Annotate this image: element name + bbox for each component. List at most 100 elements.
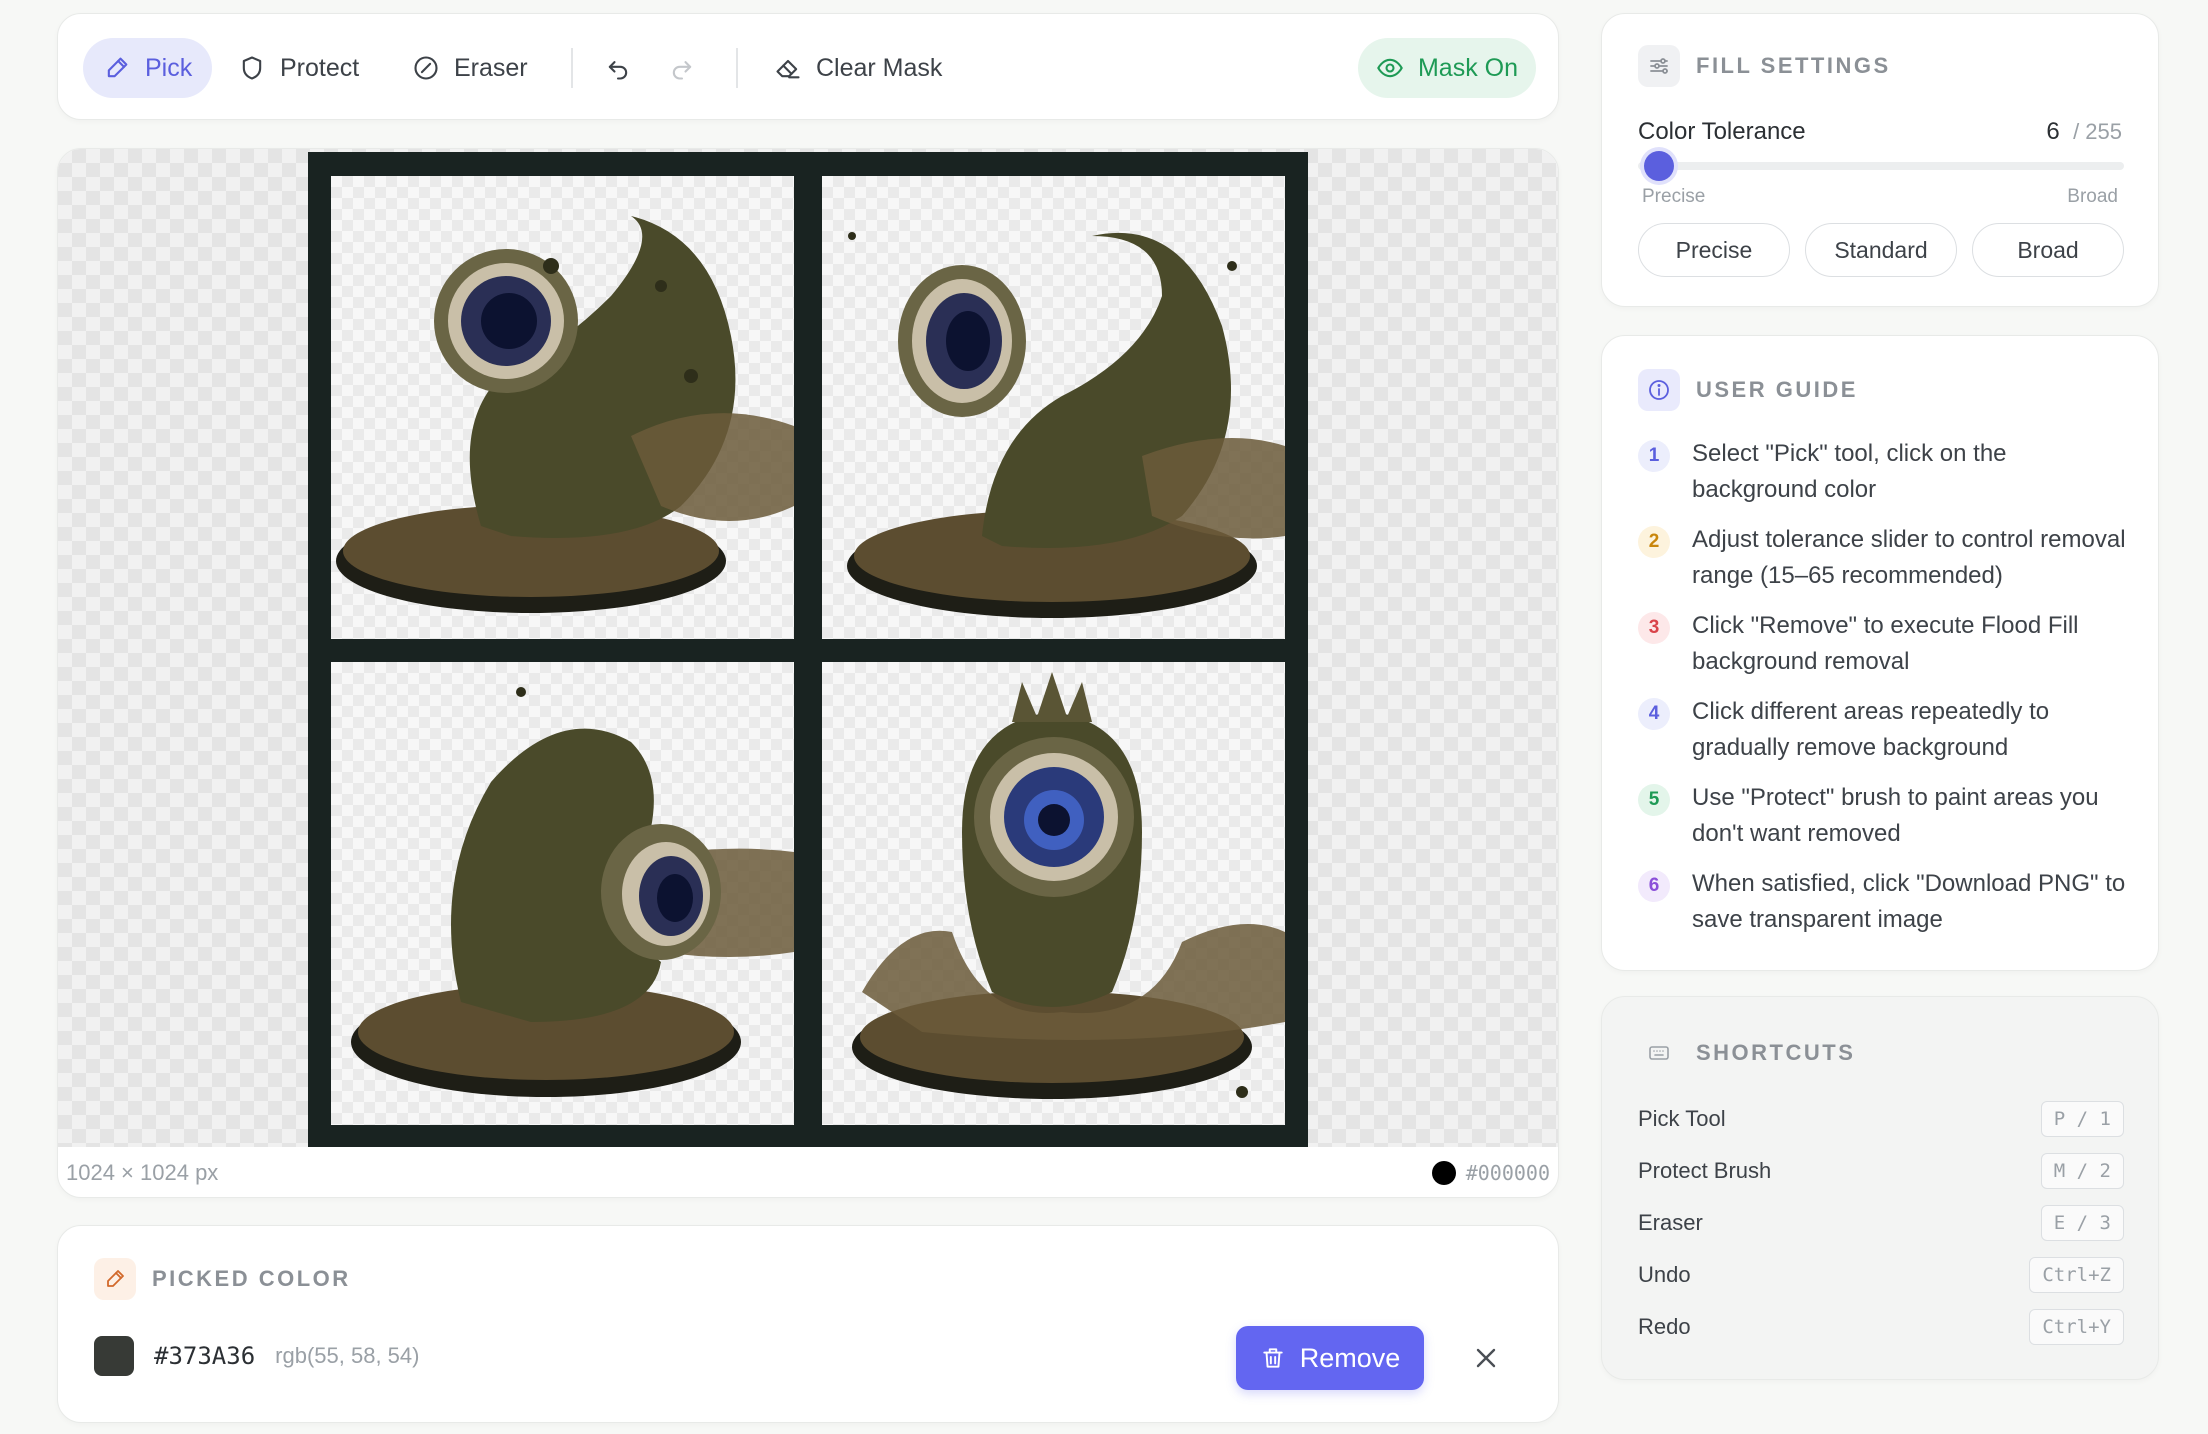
shortcut-row: Undo Ctrl+Z	[1638, 1255, 2124, 1295]
sprite-frame	[331, 662, 794, 1125]
background-color-indicator: #000000	[1431, 1161, 1550, 1185]
sprite-frame	[331, 176, 794, 639]
preset-precise-button[interactable]: Precise	[1638, 223, 1790, 277]
tolerance-slider-track[interactable]	[1638, 162, 2124, 170]
tolerance-label: Color Tolerance	[1638, 118, 1806, 145]
redo-icon	[672, 61, 692, 80]
sandworm-illustration	[852, 672, 1285, 1099]
step-text: Use "Protect" brush to paint areas you d…	[1692, 784, 2099, 847]
toolbar: Pick Protect Eraser Clear Mask Mask On	[57, 13, 1559, 120]
guide-step: 3 Click "Remove" to execute Flood Fill b…	[1638, 608, 2132, 680]
tolerance-max: / 255	[2073, 119, 2122, 144]
mask-toggle-button[interactable]: Mask On	[1357, 38, 1536, 98]
step-number: 6	[1638, 870, 1670, 902]
shortcuts-title: SHORTCUTS	[1696, 1040, 1856, 1065]
shortcut-label: Eraser	[1638, 1210, 1703, 1235]
keyboard-icon	[1638, 1032, 1680, 1074]
guide-step: 6 When satisfied, click "Download PNG" t…	[1638, 866, 2132, 938]
sandworm-illustration	[847, 232, 1285, 618]
toolbar-divider	[571, 48, 573, 88]
picked-color-hex: #373A36	[154, 1342, 256, 1370]
step-number: 1	[1638, 440, 1670, 472]
sprite-frame	[822, 176, 1285, 639]
step-number: 3	[1638, 612, 1670, 644]
guide-step: 1 Select "Pick" tool, click on the backg…	[1638, 436, 2132, 508]
picked-color-header: PICKED COLOR	[94, 1258, 351, 1300]
tolerance-value-display: 6 / 255	[2046, 118, 2122, 146]
shield-icon	[242, 56, 262, 80]
sandworm-illustration	[351, 687, 794, 1097]
shortcuts-header: SHORTCUTS	[1638, 1032, 1855, 1074]
shortcut-row: Pick Tool P / 1	[1638, 1099, 2124, 1139]
sprite-sheet-image[interactable]	[308, 152, 1308, 1147]
shortcut-label: Protect Brush	[1638, 1158, 1772, 1183]
tolerance-value: 6	[2046, 118, 2060, 145]
clear-mask-button[interactable]: Clear Mask	[754, 38, 962, 98]
eraser-icon	[414, 56, 438, 80]
pick-tool-button[interactable]: Pick	[83, 38, 213, 98]
undo-button[interactable]	[588, 38, 648, 98]
shortcut-row: Eraser E / 3	[1638, 1203, 2124, 1243]
pick-tool-label: Pick	[145, 53, 193, 82]
preset-broad-button[interactable]: Broad	[1972, 223, 2124, 277]
image-dimensions: 1024 × 1024 px	[66, 1160, 219, 1185]
shortcut-key: Ctrl+Y	[2029, 1309, 2124, 1345]
trash-icon	[1263, 1348, 1283, 1368]
sliders-icon	[1638, 45, 1680, 87]
shortcut-key: P / 1	[2040, 1101, 2124, 1137]
picked-color-rgb: rgb(55, 58, 54)	[275, 1343, 420, 1368]
shortcut-key: E / 3	[2040, 1205, 2124, 1241]
picked-color-row: #373A36 rgb(55, 58, 54)	[94, 1336, 419, 1376]
canvas-status-bar: 1024 × 1024 px #000000	[58, 1147, 1558, 1197]
sandworm-illustration	[336, 216, 794, 613]
guide-step: 5 Use "Protect" brush to paint areas you…	[1638, 780, 2132, 852]
guide-step: 2 Adjust tolerance slider to control rem…	[1638, 522, 2132, 594]
eraser-block-icon	[776, 59, 800, 79]
undo-icon	[608, 61, 628, 80]
shortcut-key: M / 2	[2040, 1153, 2124, 1189]
background-color-dot	[1431, 1161, 1456, 1185]
mask-toggle-label: Mask On	[1417, 53, 1518, 82]
step-number: 5	[1638, 784, 1670, 816]
protect-tool-button[interactable]: Protect	[218, 38, 379, 98]
fill-settings-title: FILL SETTINGS	[1696, 53, 1891, 78]
sprite-frame	[822, 662, 1285, 1125]
remove-label: Remove	[1299, 1342, 1401, 1373]
eraser-tool-label: Eraser	[454, 53, 528, 82]
remove-button[interactable]: Remove	[1236, 1326, 1424, 1390]
picked-color-panel: PICKED COLOR #373A36 rgb(55, 58, 54) Rem…	[57, 1225, 1559, 1423]
shortcut-label: Undo	[1638, 1262, 1691, 1287]
step-number: 2	[1638, 526, 1670, 558]
user-guide-panel: USER GUIDE 1 Select "Pick" tool, click o…	[1601, 335, 2159, 971]
picked-color-swatch	[94, 1336, 134, 1376]
user-guide-title: USER GUIDE	[1696, 377, 1858, 402]
eraser-tool-button[interactable]: Eraser	[392, 38, 548, 98]
step-text: Click different areas repeatedly to grad…	[1692, 698, 2050, 761]
shortcut-key: Ctrl+Z	[2029, 1257, 2124, 1293]
clear-mask-label: Clear Mask	[816, 53, 943, 82]
step-text: Select "Pick" tool, click on the backgro…	[1692, 440, 2007, 503]
step-text: Click "Remove" to execute Flood Fill bac…	[1692, 612, 2079, 675]
tolerance-max-label: Broad	[2067, 186, 2118, 207]
fill-settings-header: FILL SETTINGS	[1638, 45, 1891, 87]
eyedropper-icon	[107, 57, 128, 78]
protect-tool-label: Protect	[280, 53, 360, 82]
close-icon[interactable]	[1470, 1342, 1502, 1374]
redo-button[interactable]	[652, 38, 712, 98]
shortcuts-panel: SHORTCUTS Pick Tool P / 1 Protect Brush …	[1601, 996, 2159, 1380]
user-guide-header: USER GUIDE	[1638, 369, 1858, 411]
tolerance-min-label: Precise	[1642, 186, 1706, 207]
step-number: 4	[1638, 698, 1670, 730]
shortcut-row: Protect Brush M / 2	[1638, 1151, 2124, 1191]
editing-canvas[interactable]	[58, 149, 1558, 1147]
picked-color-title: PICKED COLOR	[152, 1266, 351, 1291]
step-text: When satisfied, click "Download PNG" to …	[1692, 870, 2126, 933]
fill-settings-panel: FILL SETTINGS Color Tolerance 6 / 255 Pr…	[1601, 13, 2159, 307]
info-icon	[1638, 369, 1680, 411]
shortcut-label: Pick Tool	[1638, 1106, 1726, 1131]
eyedropper-icon	[94, 1258, 136, 1300]
preset-standard-button[interactable]: Standard	[1805, 223, 1957, 277]
tolerance-slider-thumb[interactable]	[1644, 151, 1675, 181]
shortcut-label: Redo	[1638, 1314, 1691, 1339]
canvas-panel: 1024 × 1024 px #000000	[57, 148, 1559, 1198]
